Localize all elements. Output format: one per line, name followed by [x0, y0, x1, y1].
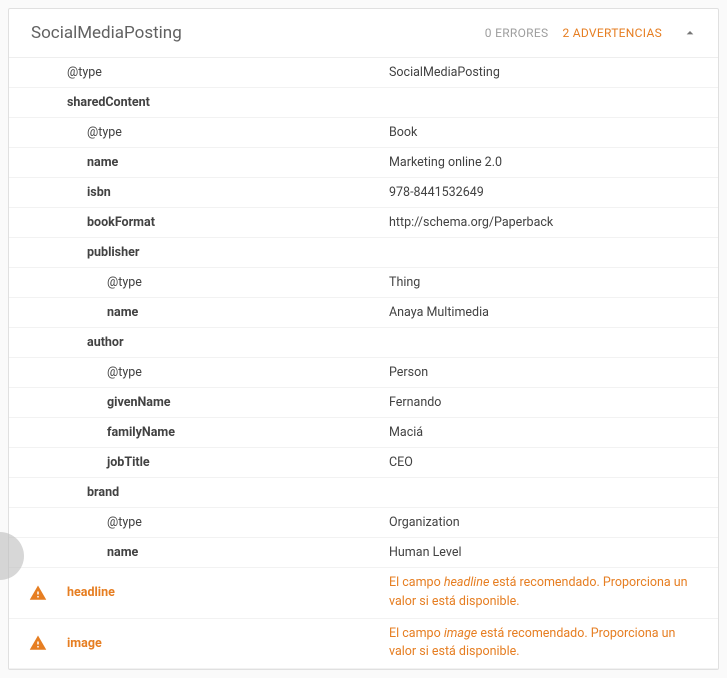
property-list: @typeSocialMediaPostingsharedContent@typ… — [9, 58, 718, 568]
property-row[interactable]: familyNameMaciá — [9, 418, 718, 448]
property-row[interactable]: isbn978-8441532649 — [9, 178, 718, 208]
warning-icon — [9, 584, 67, 602]
property-value: Fernando — [389, 389, 718, 416]
warning-icon — [9, 634, 67, 652]
property-value — [389, 487, 718, 499]
warning-row[interactable]: imageEl campo image está recomendado. Pr… — [9, 619, 718, 670]
collapse-toggle[interactable] — [680, 23, 700, 43]
property-row[interactable]: @typeSocialMediaPosting — [9, 58, 718, 88]
property-key: @type — [9, 359, 389, 386]
property-key: publisher — [9, 239, 389, 266]
property-row[interactable]: @typeOrganization — [9, 508, 718, 538]
property-key: givenName — [9, 389, 389, 416]
property-row[interactable]: nameHuman Level — [9, 538, 718, 568]
property-value: Organization — [389, 509, 718, 536]
warnings-list: headlineEl campo headline está recomenda… — [9, 568, 718, 669]
property-value: Marketing online 2.0 — [389, 149, 718, 176]
property-key: name — [9, 539, 389, 566]
property-value: http://schema.org/Paperback — [389, 209, 718, 236]
property-value — [389, 247, 718, 259]
property-value: 978-8441532649 — [389, 179, 718, 206]
property-value: CEO — [389, 449, 718, 476]
property-row[interactable]: @typePerson — [9, 358, 718, 388]
warning-message: El campo image está recomendado. Proporc… — [389, 625, 718, 663]
property-key: brand — [9, 479, 389, 506]
property-key: @type — [9, 269, 389, 296]
property-row[interactable]: author — [9, 328, 718, 358]
property-key: name — [9, 299, 389, 326]
property-key: familyName — [9, 419, 389, 446]
property-value: Human Level — [389, 539, 718, 566]
warning-row[interactable]: headlineEl campo headline está recomenda… — [9, 568, 718, 619]
property-key: author — [9, 329, 389, 356]
property-value: Thing — [389, 269, 718, 296]
property-key: @type — [9, 119, 389, 146]
warning-message: El campo headline está recomendado. Prop… — [389, 574, 718, 612]
property-value: Person — [389, 359, 718, 386]
warnings-count: 2 ADVERTENCIAS — [562, 26, 662, 40]
property-row[interactable]: bookFormathttp://schema.org/Paperback — [9, 208, 718, 238]
property-value: SocialMediaPosting — [389, 59, 718, 86]
validation-card: SocialMediaPosting 0 ERRORES 2 ADVERTENC… — [8, 8, 719, 670]
property-key: jobTitle — [9, 449, 389, 476]
property-row[interactable]: nameAnaya Multimedia — [9, 298, 718, 328]
warning-key: image — [67, 636, 389, 651]
property-row[interactable]: publisher — [9, 238, 718, 268]
property-key: sharedContent — [9, 89, 389, 116]
property-row[interactable]: sharedContent — [9, 88, 718, 118]
card-title: SocialMediaPosting — [31, 23, 485, 43]
property-key: isbn — [9, 179, 389, 206]
property-value — [389, 337, 718, 349]
chevron-up-icon — [682, 25, 698, 41]
property-row[interactable]: @typeThing — [9, 268, 718, 298]
property-value: Maciá — [389, 419, 718, 446]
property-key: @type — [9, 509, 389, 536]
property-key: bookFormat — [9, 209, 389, 236]
property-row[interactable]: givenNameFernando — [9, 388, 718, 418]
property-row[interactable]: nameMarketing online 2.0 — [9, 148, 718, 178]
property-key: name — [9, 149, 389, 176]
property-key: @type — [9, 59, 389, 86]
property-value: Book — [389, 119, 718, 146]
card-header[interactable]: SocialMediaPosting 0 ERRORES 2 ADVERTENC… — [9, 9, 718, 58]
property-row[interactable]: @typeBook — [9, 118, 718, 148]
errors-count: 0 ERRORES — [485, 26, 549, 40]
warning-key: headline — [67, 585, 389, 600]
property-row[interactable]: jobTitleCEO — [9, 448, 718, 478]
property-row[interactable]: brand — [9, 478, 718, 508]
property-value — [389, 97, 718, 109]
property-value: Anaya Multimedia — [389, 299, 718, 326]
